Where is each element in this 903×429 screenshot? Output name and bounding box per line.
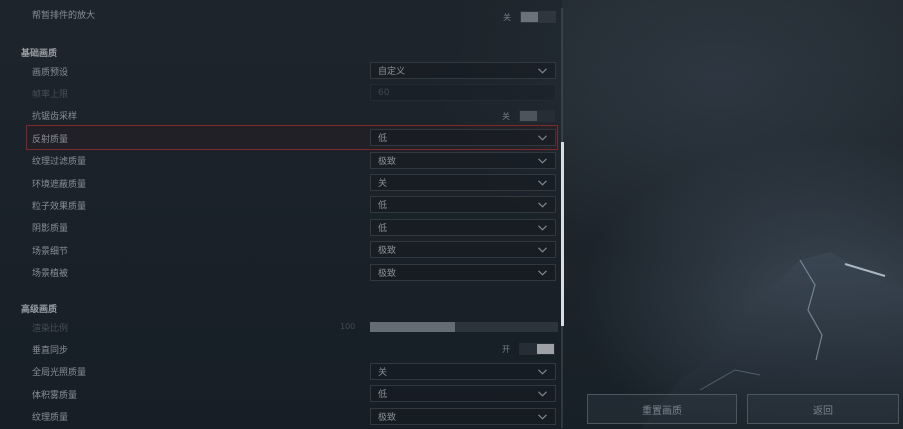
reset-graphics-button[interactable]: 重置画质 [587, 394, 737, 424]
settings-panel [0, 0, 562, 429]
top-toggle[interactable] [520, 11, 556, 23]
scrollbar-thumb[interactable] [561, 142, 564, 326]
back-button[interactable]: 返回 [747, 394, 899, 424]
